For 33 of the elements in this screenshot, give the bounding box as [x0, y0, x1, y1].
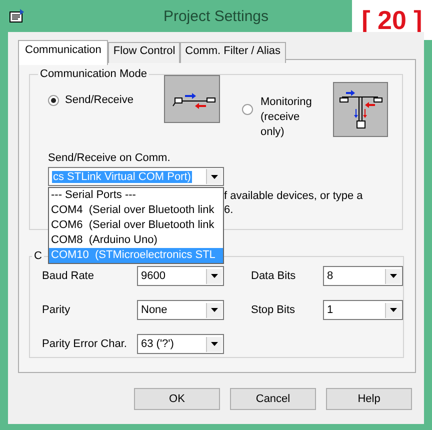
pc-link-icon [164, 75, 220, 123]
radio-label: Send/Receive [65, 94, 134, 106]
app-icon [9, 9, 25, 23]
select-field[interactable]: 63 ('?') [137, 334, 224, 354]
group-title: Communication Mode [39, 68, 148, 80]
field-label: Data Bits [251, 270, 297, 282]
select-field[interactable]: 8 [323, 266, 403, 286]
list-item[interactable]: COM4 (Serial over Bluetooth link [49, 203, 223, 218]
window-title: Project Settings [163, 8, 269, 25]
select-field[interactable]: 9600 [137, 266, 224, 286]
dialog-button[interactable]: OK [134, 388, 220, 410]
list-item[interactable]: --- Serial Ports --- [49, 188, 223, 203]
select-field[interactable]: None [137, 300, 224, 320]
list-item[interactable]: COM6 (Serial over Bluetooth link [49, 218, 223, 233]
select-field[interactable]: 1 [323, 300, 403, 320]
dialog-button[interactable]: Help [326, 388, 412, 410]
radio-label: Monitoring (receive only) [260, 95, 313, 140]
field-label: Send/Receive on Comm. [48, 152, 170, 164]
field-label: Parity Error Char. [42, 338, 128, 350]
hint-text: f available devices, or type a [224, 189, 364, 203]
field-label: Baud Rate [42, 270, 95, 282]
radio-button[interactable] [48, 94, 59, 106]
tab[interactable]: Flow Control [108, 42, 180, 63]
field-label: Stop Bits [251, 304, 296, 316]
monitor-link-icon [332, 82, 388, 137]
dialog-button[interactable]: Cancel [230, 388, 316, 410]
tab[interactable]: Comm. Filter / Alias [180, 42, 286, 63]
radio-button[interactable] [242, 104, 252, 115]
hint-text: 6. [224, 203, 234, 217]
field-label: Parity [42, 304, 72, 316]
group-title: C [33, 250, 43, 262]
list-item[interactable]: COM8 (Arduino Uno) [49, 233, 223, 248]
tab[interactable]: Communication [18, 40, 108, 65]
